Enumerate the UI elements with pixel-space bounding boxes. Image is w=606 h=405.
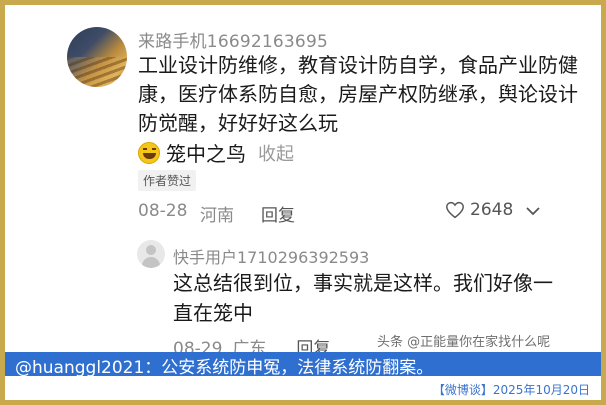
caption-text: @huanggl2021：公安系统防申冤，法律系统防翻案。 (15, 358, 434, 378)
commenter-username[interactable]: 来路手机16692163695 (138, 27, 328, 52)
commenter-avatar[interactable] (67, 27, 127, 87)
like-button[interactable]: 2648 (445, 200, 513, 220)
reply-button[interactable]: 回复 (261, 201, 295, 226)
comment-region: 河南 (200, 206, 234, 226)
default-avatar-icon[interactable] (137, 240, 165, 268)
comment-emoji-text: 笼中之鸟 (166, 142, 246, 166)
reply-text: 这总结很到位，事实就是这样。我们好像一直在笼中 (173, 271, 553, 325)
source-watermark: 头条 @正能量你在家找什么呢 (377, 335, 551, 350)
chevron-down-icon[interactable] (523, 201, 543, 221)
screenshot-frame: 来路手机16692163695 工业设计防维修，教育设计防自学，食品产业防健康，… (0, 0, 606, 405)
author-liked-badge: 作者赞过 (138, 170, 197, 191)
comment-date: 08-28 (138, 201, 188, 221)
caption-banner: @huanggl2021：公安系统防申冤，法律系统防翻案。 (5, 352, 601, 378)
laugh-emoji-icon (138, 141, 160, 164)
comment-text: 工业设计防维修，教育设计防自学，食品产业防健康，医疗体系防自愈，房屋产权防继承，… (138, 53, 578, 135)
heart-icon (446, 201, 464, 219)
collapse-button[interactable]: 收起 (258, 140, 294, 166)
footer-credit: 【微博谈】2025年10月20日 (432, 383, 590, 397)
like-count: 2648 (470, 200, 514, 220)
reply-username[interactable]: 快手用户1710296392593 (173, 244, 369, 268)
comment-emoji-line: 笼中之鸟 收起 (138, 138, 294, 167)
